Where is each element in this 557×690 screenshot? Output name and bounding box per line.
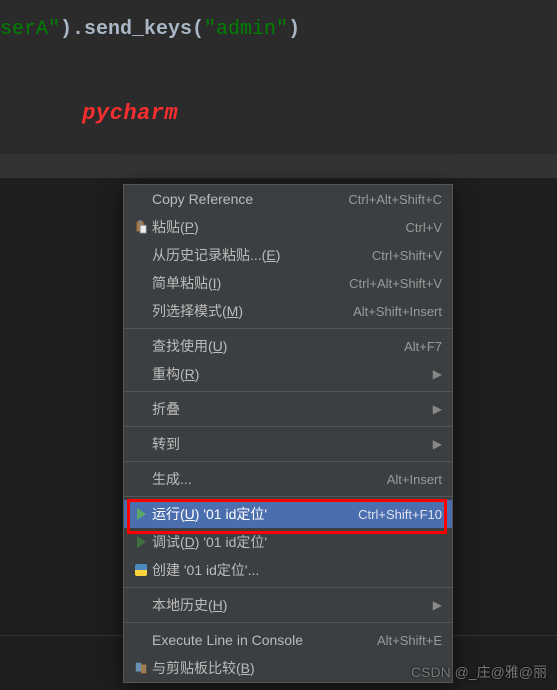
separator-band [0, 154, 557, 178]
menu-shortcut: Ctrl+V [406, 220, 442, 235]
menu-label: 转到 [152, 434, 425, 454]
menu-shortcut: Ctrl+Shift+V [372, 248, 442, 263]
menu-shortcut: Alt+Insert [387, 472, 442, 487]
menu-label: 查找使用(U) [152, 336, 394, 356]
menu-separator [124, 496, 452, 497]
menu-label: Execute Line in Console [152, 632, 367, 648]
play-icon [130, 508, 152, 520]
menu-create-run-config[interactable]: 创建 '01 id定位'... [124, 556, 452, 584]
menu-shortcut: Ctrl+Alt+Shift+V [349, 276, 442, 291]
menu-label: 与剪贴板比较(B) [152, 658, 442, 678]
menu-run[interactable]: 运行(U) '01 id定位' Ctrl+Shift+F10 [124, 500, 452, 528]
debug-icon [130, 536, 152, 548]
watermark: CSDN @_庄@雅@丽 [411, 662, 547, 682]
annotation-text: pycharm [0, 101, 557, 126]
menu-compare-clipboard[interactable]: 与剪贴板比较(B) [124, 654, 452, 682]
chevron-right-icon: ▶ [433, 598, 442, 612]
menu-find-usages[interactable]: 查找使用(U) Alt+F7 [124, 332, 452, 360]
menu-goto[interactable]: 转到 ▶ [124, 430, 452, 458]
menu-execute-line-console[interactable]: Execute Line in Console Alt+Shift+E [124, 626, 452, 654]
menu-local-history[interactable]: 本地历史(H) ▶ [124, 591, 452, 619]
chevron-right-icon: ▶ [433, 402, 442, 416]
editor-code-area[interactable]: serA").send_keys("admin") pycharm [0, 0, 557, 154]
paste-icon [130, 220, 152, 234]
menu-label: 创建 '01 id定位'... [152, 560, 442, 580]
context-menu: Copy Reference Ctrl+Alt+Shift+C 粘贴(P) Ct… [123, 184, 453, 683]
menu-label: 重构(R) [152, 364, 425, 384]
menu-label: 调试(D) '01 id定位' [152, 532, 442, 552]
menu-separator [124, 391, 452, 392]
menu-separator [124, 426, 452, 427]
menu-label: 折叠 [152, 399, 425, 419]
menu-label: 运行(U) '01 id定位' [152, 504, 348, 524]
menu-shortcut: Alt+F7 [404, 339, 442, 354]
compare-clipboard-icon [130, 661, 152, 675]
chevron-right-icon: ▶ [433, 437, 442, 451]
menu-shortcut: Alt+Shift+Insert [353, 304, 442, 319]
menu-label: 本地历史(H) [152, 595, 425, 615]
menu-shortcut: Ctrl+Alt+Shift+C [348, 192, 442, 207]
menu-debug[interactable]: 调试(D) '01 id定位' [124, 528, 452, 556]
menu-label: Copy Reference [152, 191, 338, 207]
menu-label: 生成... [152, 469, 377, 489]
menu-label: 简单粘贴(I) [152, 273, 339, 293]
menu-paste-from-history[interactable]: 从历史记录粘贴...(E) Ctrl+Shift+V [124, 241, 452, 269]
code-line: serA").send_keys("admin") [0, 18, 557, 41]
menu-refactor[interactable]: 重构(R) ▶ [124, 360, 452, 388]
menu-generate[interactable]: 生成... Alt+Insert [124, 465, 452, 493]
menu-label: 列选择模式(M) [152, 301, 343, 321]
menu-separator [124, 328, 452, 329]
menu-folding[interactable]: 折叠 ▶ [124, 395, 452, 423]
menu-separator [124, 461, 452, 462]
menu-paste-simple[interactable]: 简单粘贴(I) Ctrl+Alt+Shift+V [124, 269, 452, 297]
menu-column-selection[interactable]: 列选择模式(M) Alt+Shift+Insert [124, 297, 452, 325]
menu-shortcut: Ctrl+Shift+F10 [358, 507, 442, 522]
menu-separator [124, 587, 452, 588]
menu-label: 粘贴(P) [152, 217, 396, 237]
menu-copy-reference[interactable]: Copy Reference Ctrl+Alt+Shift+C [124, 185, 452, 213]
menu-separator [124, 622, 452, 623]
menu-label: 从历史记录粘贴...(E) [152, 245, 362, 265]
python-icon [130, 564, 152, 576]
menu-paste[interactable]: 粘贴(P) Ctrl+V [124, 213, 452, 241]
chevron-right-icon: ▶ [433, 367, 442, 381]
menu-shortcut: Alt+Shift+E [377, 633, 442, 648]
